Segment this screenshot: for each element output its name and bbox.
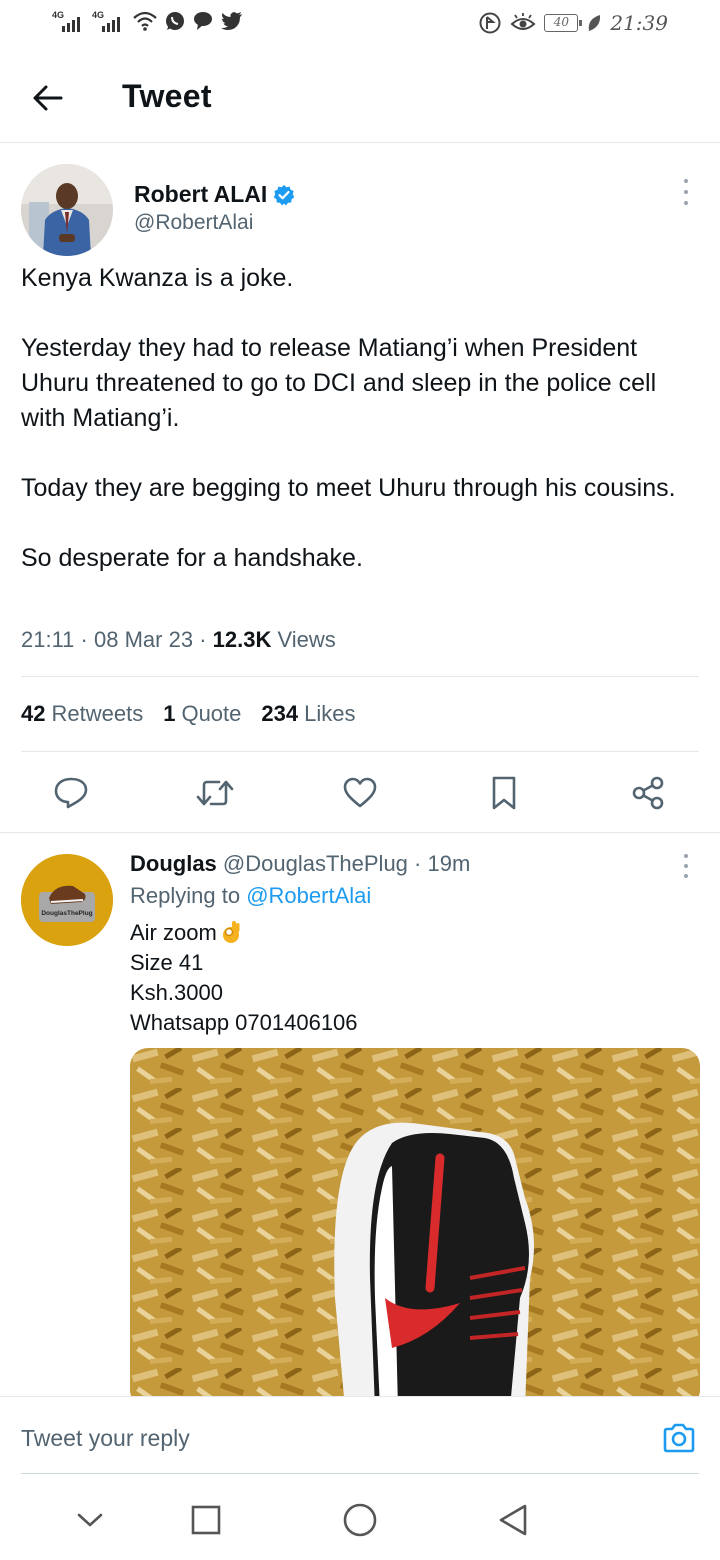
heart-icon [343, 777, 377, 808]
share-icon [632, 776, 664, 810]
likes-count: 234 [261, 701, 299, 726]
twitter-bird-icon [221, 12, 242, 30]
tweet-paragraph: Today they are begging to meet Uhuru thr… [21, 474, 676, 502]
tweet-meta: 21:11 · 08 Mar 23 · 12.3K Views [21, 627, 336, 653]
retweets-count: 42 [21, 701, 46, 726]
reply-line-text: Air zoom [130, 920, 217, 945]
quotes-stat[interactable]: 1 Quote [163, 701, 241, 727]
reply-header: Douglas @DouglasThePlug · 19m [130, 851, 470, 877]
reply-composer: Tweet your reply [0, 1396, 720, 1474]
reply-avatar-logo: DouglasThePlug [21, 854, 113, 946]
status-right: 40 21:39 [478, 11, 668, 35]
retweet-button[interactable] [193, 771, 237, 815]
avatar-brand-text: DouglasThePlug [41, 910, 92, 917]
author-photo [21, 164, 113, 256]
likes-stat[interactable]: 234 Likes [261, 701, 355, 727]
nav-recents-button[interactable] [186, 1500, 226, 1540]
quotes-label: Quote [181, 701, 242, 726]
app-header: Tweet [0, 50, 720, 143]
meta-separator: · [80, 627, 94, 652]
arrow-left-icon [33, 85, 63, 111]
reply-author-handle[interactable]: @DouglasThePlug [223, 851, 408, 876]
retweets-label: Retweets [51, 701, 144, 726]
reply-line: Whatsapp 0701406106 [130, 1010, 358, 1035]
back-button[interactable] [28, 78, 68, 118]
meta-separator: · [199, 627, 213, 652]
nav-hide-button[interactable] [70, 1500, 110, 1540]
chevron-down-icon [77, 1513, 103, 1527]
retweet-icon [196, 780, 234, 806]
tweet-text: Kenya Kwanza is a joke. Yesterday they h… [21, 261, 701, 576]
eye-comfort-icon [510, 13, 536, 30]
clock: 21:39 [610, 11, 668, 35]
nav-back-button[interactable] [493, 1500, 533, 1540]
reply-author-name[interactable]: Douglas [130, 851, 217, 876]
author-avatar[interactable] [21, 164, 113, 256]
whatsapp-icon [166, 12, 184, 30]
leaf-icon [589, 15, 601, 31]
signal-2-icon: 4G [92, 10, 126, 32]
reply-input[interactable]: Tweet your reply [21, 1425, 190, 1452]
replying-to: Replying to @RobertAlai [130, 883, 371, 909]
more-options-icon[interactable] [680, 179, 692, 205]
likes-label: Likes [304, 701, 356, 726]
nav-home-button[interactable] [340, 1500, 380, 1540]
tweet-paragraph: So desperate for a handshake. [21, 544, 363, 572]
camera-button[interactable] [662, 1421, 696, 1455]
tweet-date: 08 Mar 23 [94, 627, 194, 652]
reply-line: Size 41 [130, 950, 204, 975]
reply-text: Air zoom Size 41 Ksh.3000 Whatsapp 07014… [130, 918, 358, 1038]
reply-icon [54, 777, 88, 809]
status-bar: 4G 4G 40 21:39 [0, 0, 720, 48]
signal-1-icon: 4G [52, 10, 86, 32]
replying-prefix: Replying to [130, 883, 241, 908]
author-name[interactable]: Robert ALAI [134, 181, 295, 208]
tweet-actions [0, 771, 720, 815]
page-title: Tweet [122, 78, 212, 114]
reply-button[interactable] [49, 771, 93, 815]
circle-icon [343, 1503, 377, 1537]
system-nav-bar [0, 1474, 720, 1560]
reply-age: 19m [427, 851, 471, 876]
battery-icon: 40 [544, 14, 583, 32]
replying-to-link[interactable]: @RobertAlai [246, 883, 371, 908]
status-left: 4G 4G [52, 10, 244, 32]
quotes-count: 1 [163, 701, 176, 726]
square-icon [191, 1505, 221, 1535]
main-tweet: Robert ALAI @RobertAlai Kenya Kwanza is … [0, 143, 720, 833]
reply-more-options-icon[interactable] [680, 854, 692, 878]
like-button[interactable] [338, 771, 382, 815]
retweets-stat[interactable]: 42 Retweets [21, 701, 143, 727]
wifi-icon [133, 11, 157, 31]
tweet-time: 21:11 [21, 627, 75, 652]
sneaker-photo [130, 1048, 700, 1396]
reply-tweet[interactable]: DouglasThePlug Douglas @DouglasThePlug ·… [0, 834, 720, 1396]
reply-line: Ksh.3000 [130, 980, 223, 1005]
divider [21, 676, 699, 677]
views-label[interactable]: Views [277, 627, 335, 652]
reply-avatar[interactable]: DouglasThePlug [21, 854, 113, 946]
bookmark-icon [492, 776, 516, 810]
divider [21, 751, 699, 752]
author-handle[interactable]: @RobertAlai [134, 211, 253, 235]
ok-hand-icon [222, 921, 240, 943]
verified-badge-icon [274, 184, 295, 205]
tweet-paragraph: Yesterday they had to release Matiang’i … [21, 334, 657, 432]
data-saver-icon [479, 12, 501, 34]
reply-line: Air zoom [130, 918, 358, 948]
triangle-back-icon [499, 1504, 527, 1536]
tweet-paragraph: Kenya Kwanza is a joke. [21, 264, 294, 292]
message-icon [194, 12, 212, 30]
meta-separator: · [414, 851, 428, 876]
views-count: 12.3K [212, 627, 272, 652]
reply-media-image[interactable] [130, 1048, 700, 1396]
engagement-stats: 42 Retweets 1 Quote 234 Likes [21, 701, 355, 727]
camera-icon [663, 1423, 695, 1453]
bookmark-button[interactable] [482, 771, 526, 815]
author-name-text: Robert ALAI [134, 181, 268, 207]
share-button[interactable] [626, 771, 670, 815]
